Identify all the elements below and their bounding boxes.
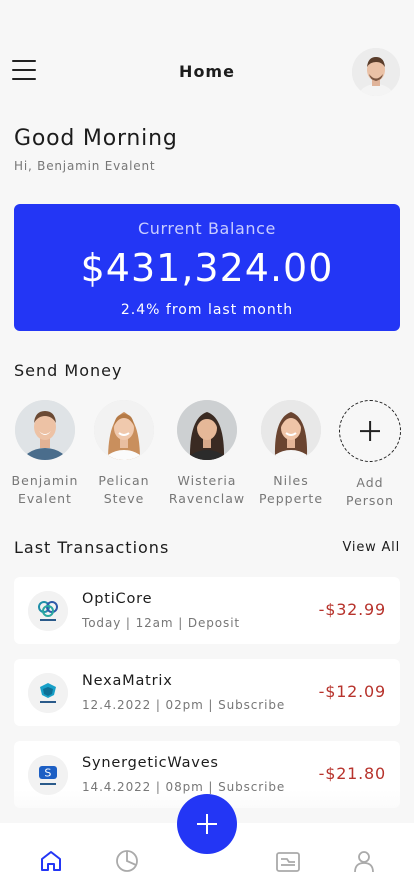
wallet-icon[interactable] — [274, 847, 302, 875]
add-transaction-button[interactable] — [177, 794, 237, 854]
contact-item[interactable]: Niles Pepperte — [251, 400, 331, 508]
transaction-amount: -$21.80 — [318, 764, 386, 783]
send-money-contacts: Benjamin Evalent Pelican Steve Wisteria … — [0, 400, 414, 510]
add-person-button[interactable]: Add Person — [330, 400, 410, 510]
contact-name: Pelican Steve — [98, 473, 150, 506]
greeting-title: Good Morning — [14, 126, 178, 151]
transaction-name: SynergeticWaves — [82, 755, 219, 771]
transactions-title: Last Transactions — [14, 538, 170, 557]
nexamatrix-logo-icon — [28, 673, 68, 713]
balance-card[interactable]: Current Balance $431,324.00 2.4% from la… — [14, 204, 400, 331]
contact-name: Niles Pepperte — [258, 473, 324, 506]
contact-item[interactable]: Benjamin Evalent — [5, 400, 85, 508]
transaction-name: NexaMatrix — [82, 673, 173, 689]
transaction-meta: 12.4.2022 | 02pm | Subscribe — [82, 698, 286, 712]
contact-item[interactable]: Pelican Steve — [84, 400, 164, 508]
user-icon[interactable] — [350, 847, 378, 875]
balance-amount: $431,324.00 — [80, 246, 334, 290]
contact-name: Benjamin Evalent — [11, 473, 79, 506]
profile-avatar[interactable] — [352, 48, 400, 96]
contact-item[interactable]: Wisteria Ravenclaw — [167, 400, 247, 508]
contact-avatar — [94, 400, 154, 460]
transaction-row[interactable]: NexaMatrix 12.4.2022 | 02pm | Subscribe … — [14, 659, 400, 726]
synergeticwaves-logo-icon: S — [28, 755, 68, 795]
greeting-subtitle: Hi, Benjamin Evalent — [14, 159, 156, 173]
contact-avatar — [15, 400, 75, 460]
transaction-meta: Today | 12am | Deposit — [82, 616, 241, 630]
transaction-row[interactable]: OptiCore Today | 12am | Deposit -$32.99 — [14, 577, 400, 644]
balance-label: Current Balance — [138, 219, 276, 238]
contact-name: Wisteria Ravenclaw — [168, 473, 246, 506]
send-money-title: Send Money — [14, 361, 123, 380]
app-header: Home — [0, 44, 414, 100]
transaction-amount: -$12.09 — [318, 682, 386, 701]
balance-change: 2.4% from last month — [120, 302, 294, 318]
plus-icon — [339, 400, 401, 462]
add-person-label: Add Person — [345, 475, 394, 508]
view-all-link[interactable]: View All — [343, 540, 401, 555]
svg-text:S: S — [44, 767, 51, 780]
contact-avatar — [261, 400, 321, 460]
pie-chart-icon[interactable] — [113, 847, 141, 875]
transaction-name: OptiCore — [82, 591, 153, 607]
home-icon[interactable] — [37, 847, 65, 875]
transaction-amount: -$32.99 — [318, 600, 386, 619]
contact-avatar — [177, 400, 237, 460]
opticore-logo-icon — [28, 591, 68, 631]
